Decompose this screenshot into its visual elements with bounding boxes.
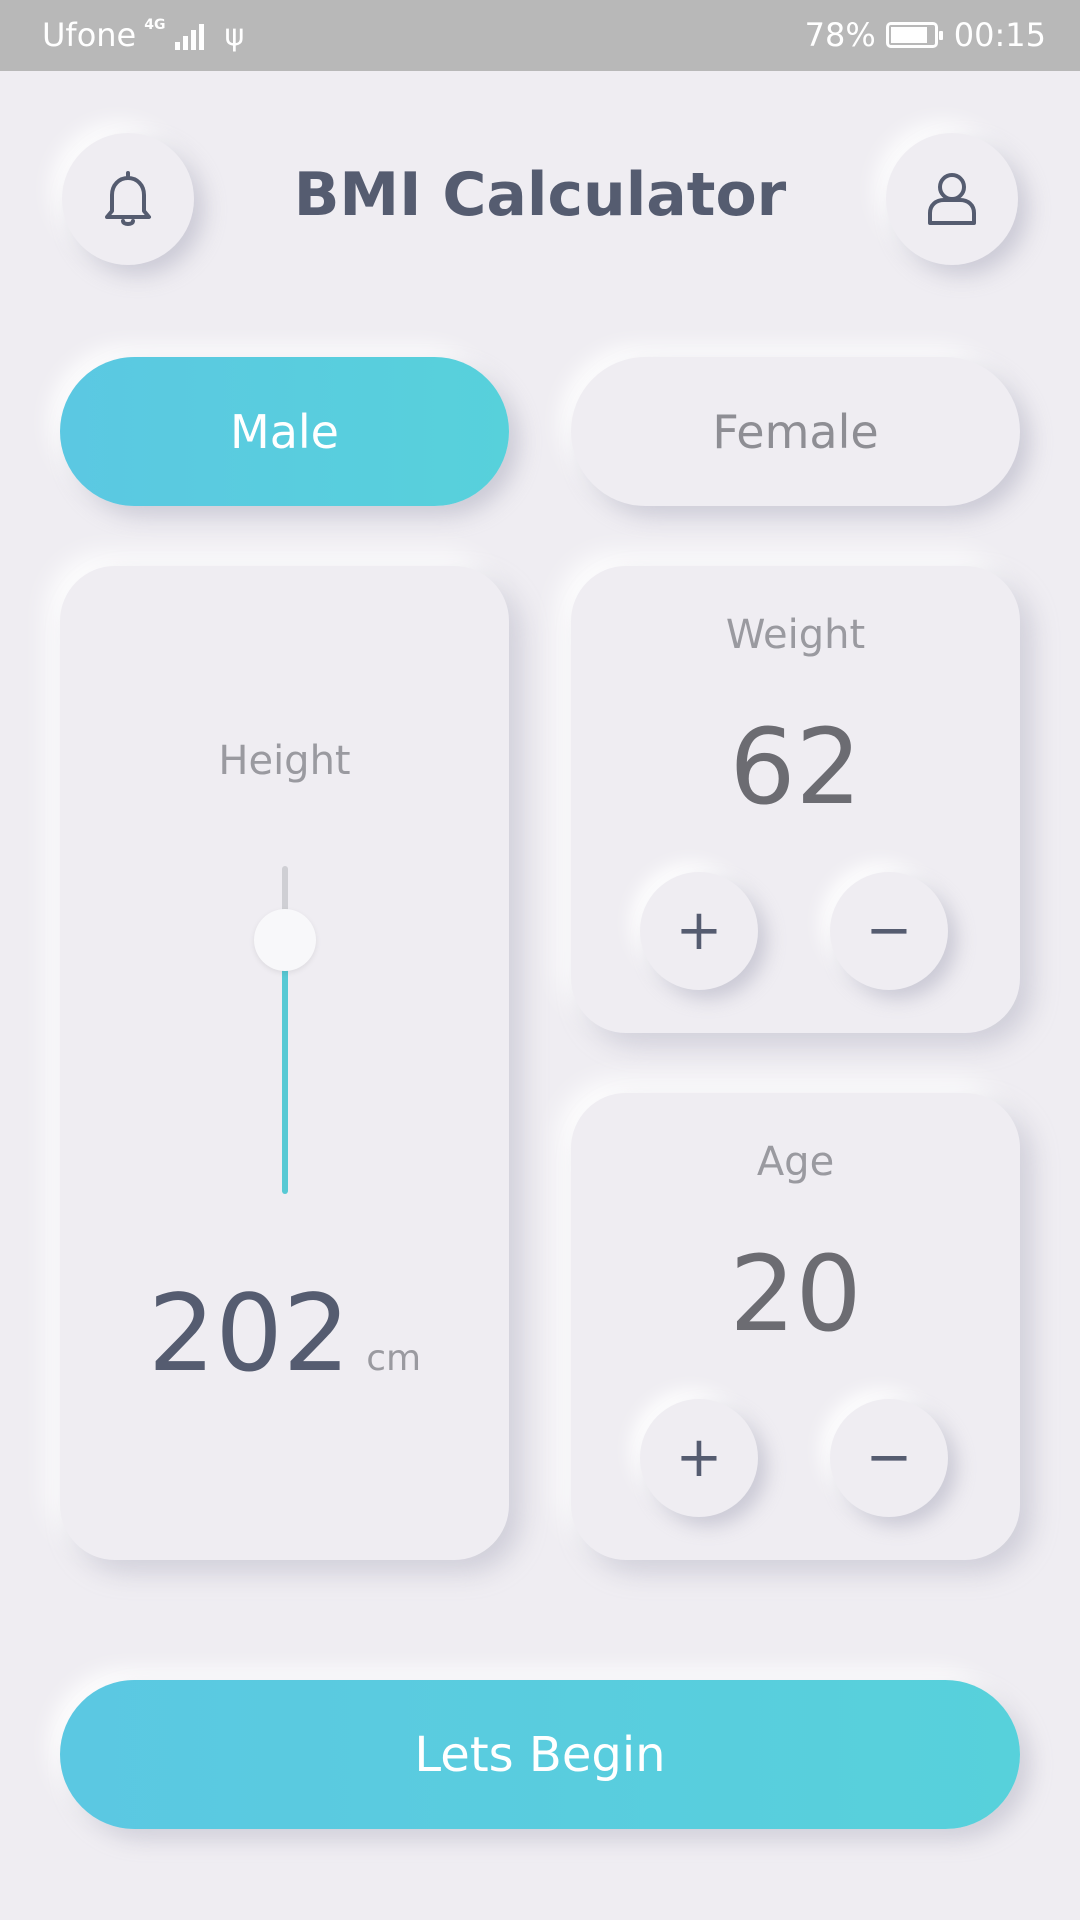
clock: 00:15 bbox=[953, 16, 1046, 54]
weight-decrement-button[interactable]: − bbox=[830, 872, 948, 990]
user-icon bbox=[928, 173, 976, 225]
signal-icon bbox=[175, 20, 205, 50]
height-value: 202 bbox=[147, 1272, 351, 1395]
carrier-name: Ufone bbox=[42, 16, 137, 54]
weight-card: Weight 62 + − bbox=[571, 566, 1020, 1033]
height-card: Height 202 cm bbox=[60, 566, 509, 1560]
weight-increment-button[interactable]: + bbox=[640, 872, 758, 990]
age-decrement-button[interactable]: − bbox=[830, 1399, 948, 1517]
age-label: Age bbox=[756, 1139, 835, 1185]
male-button[interactable]: Male bbox=[60, 357, 509, 506]
status-left: Ufone 4G ψ bbox=[42, 16, 244, 54]
lets-begin-button[interactable]: Lets Begin bbox=[60, 1680, 1020, 1829]
battery-icon bbox=[885, 22, 943, 48]
battery-percent: 78% bbox=[804, 16, 876, 54]
profile-button[interactable] bbox=[886, 133, 1018, 265]
weight-value: 62 bbox=[729, 706, 862, 828]
age-card: Age 20 + − bbox=[571, 1093, 1020, 1560]
status-right: 78% 00:15 bbox=[805, 16, 1046, 54]
height-label: Height bbox=[218, 738, 351, 784]
status-bar: Ufone 4G ψ 78% 00:15 bbox=[0, 0, 1080, 71]
network-type: 4G bbox=[144, 17, 166, 33]
height-slider-fill[interactable] bbox=[282, 932, 288, 1194]
female-button[interactable]: Female bbox=[571, 357, 1020, 506]
height-slider-thumb[interactable] bbox=[254, 909, 316, 971]
weight-label: Weight bbox=[725, 612, 866, 658]
age-value: 20 bbox=[729, 1233, 862, 1355]
height-unit: cm bbox=[366, 1338, 422, 1379]
height-value-row: 202 cm bbox=[60, 1272, 509, 1395]
usb-icon: ψ bbox=[224, 17, 245, 53]
age-increment-button[interactable]: + bbox=[640, 1399, 758, 1517]
